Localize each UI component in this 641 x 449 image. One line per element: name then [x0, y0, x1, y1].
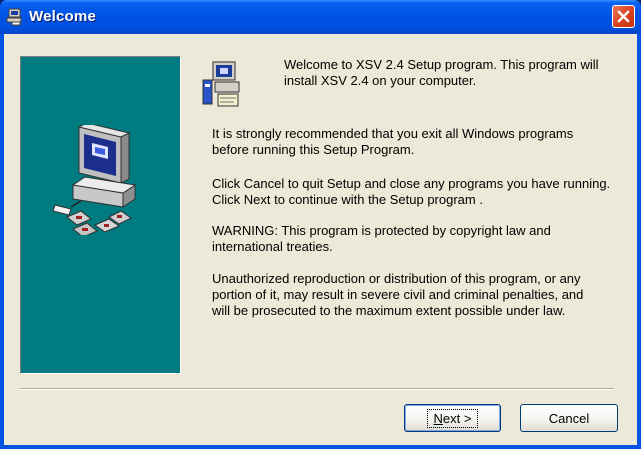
- recommend-text: It is strongly recommended that you exit…: [212, 126, 574, 157]
- computer-disks-illustration: [52, 125, 137, 235]
- setup-computer-icon: [202, 61, 240, 107]
- window-title: Welcome: [29, 8, 96, 25]
- setup-app-icon: [6, 8, 22, 26]
- instructions-text: Click Cancel to quit Setup and close any…: [212, 176, 611, 207]
- footer-separator: [20, 388, 613, 390]
- cancel-button[interactable]: Cancel: [520, 404, 618, 432]
- warning-text: WARNING: This program is protected by co…: [212, 223, 551, 254]
- next-label-rest: ext >: [442, 410, 472, 426]
- next-button[interactable]: Next >: [404, 404, 501, 432]
- close-icon: [617, 10, 630, 23]
- next-button-label: Next >: [426, 408, 479, 428]
- side-banner: [20, 56, 181, 374]
- close-button[interactable]: [612, 5, 635, 28]
- intro-text: Welcome to XSV 2.4 Setup program. This p…: [284, 57, 599, 88]
- dialog-body: Welcome to XSV 2.4 Setup program. This p…: [4, 34, 637, 445]
- title-bar[interactable]: Welcome: [0, 0, 641, 34]
- unauthorized-text: Unauthorized reproduction or distributio…: [212, 271, 584, 318]
- welcome-dialog: Welcome Welcome to XSV 2.4 Setup program…: [0, 0, 641, 449]
- next-mnemonic: N: [433, 410, 443, 426]
